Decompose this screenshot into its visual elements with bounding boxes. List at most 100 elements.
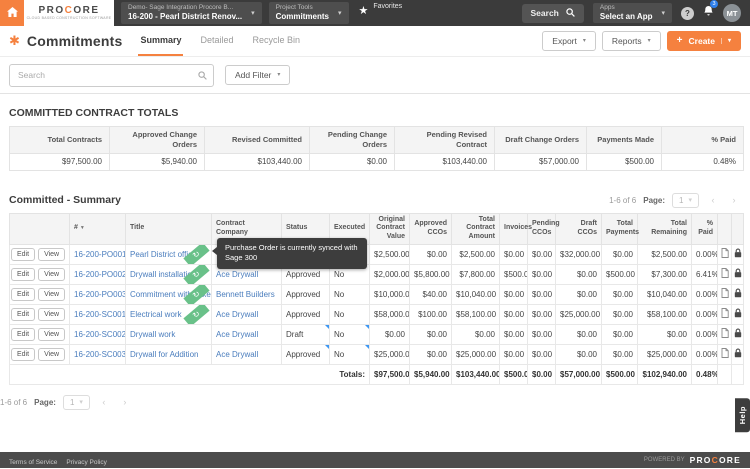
next-page-button[interactable]: › [727, 193, 741, 207]
totals-column-header: Approved Change Orders [110, 127, 205, 154]
document-icon[interactable] [721, 271, 729, 280]
sync-icon: ↻ [191, 269, 201, 279]
tab-summary[interactable]: Summary [138, 26, 183, 56]
contract-company-cell: Bennett Builders [212, 284, 282, 304]
export-button[interactable]: Export ▾ [542, 31, 596, 51]
changed-marker-icon [365, 345, 369, 349]
help-question-icon[interactable]: ? [681, 7, 694, 20]
amount-cell: $0.00 [410, 244, 452, 264]
totals-column-header: % Paid [662, 127, 744, 154]
document-icon-cell [718, 284, 732, 304]
sage-sync-badge[interactable]: ↻ [183, 244, 209, 264]
contract-company-link[interactable]: Ace Drywall [216, 310, 258, 319]
amount-cell: $10,040.00 [638, 284, 692, 304]
footer-link-terms-of-service[interactable]: Terms of Service [9, 459, 57, 466]
commitment-number-link[interactable]: 16-200-SC001 [74, 310, 126, 319]
page-select[interactable]: 1 ▾ [63, 395, 90, 410]
edit-button[interactable]: Edit [11, 348, 35, 361]
lock-icon [734, 251, 742, 260]
project-tools-dropdown[interactable]: Project Tools Commitments ▾ [269, 2, 349, 24]
totals-column-header: Payments Made [587, 127, 662, 154]
top-nav: PROCORE CLOUD BASED CONSTRUCTION SOFTWAR… [0, 0, 750, 26]
tab-bar: Summary Detailed Recycle Bin [138, 26, 302, 56]
sync-icon: ↻ [191, 289, 201, 299]
summary-column-header: Pending CCOs [528, 213, 556, 244]
document-icon[interactable] [721, 291, 729, 300]
amount-cell: $0.00 [500, 284, 528, 304]
document-icon[interactable] [721, 331, 729, 340]
totals-column-header: Draft Change Orders [495, 127, 587, 154]
company-project-dropdown[interactable]: Demo- Sage Integration Procore B... 16-2… [121, 2, 262, 24]
view-button[interactable]: View [38, 308, 65, 321]
chevron-down-icon: ▾ [661, 10, 665, 17]
search-input[interactable] [9, 64, 214, 87]
sage-sync-badge[interactable]: ↻ [183, 304, 209, 324]
prev-page-button[interactable]: ‹ [706, 193, 720, 207]
tab-detailed[interactable]: Detailed [198, 26, 235, 56]
amount-cell: $7,800.00 [452, 264, 500, 284]
avatar[interactable]: MT [723, 4, 741, 22]
global-search-button[interactable]: Search [522, 4, 584, 23]
view-button[interactable]: View [38, 248, 65, 261]
status-cell: Approved [282, 284, 330, 304]
edit-button[interactable]: Edit [11, 268, 35, 281]
amount-cell: $0.00 [528, 264, 556, 284]
summary-column-header: Total Remaining [638, 213, 692, 244]
commitment-title-link[interactable]: Electrical work [130, 310, 182, 319]
table-row: EditView16-200-PO003Commitment with Taxe… [10, 284, 744, 304]
footer-link-privacy-policy[interactable]: Privacy Policy [66, 459, 106, 466]
commitment-number-link[interactable]: 16-200-SC003 [74, 350, 126, 359]
edit-button[interactable]: Edit [11, 308, 35, 321]
commitment-title-link[interactable]: Drywall work [130, 330, 175, 339]
edit-button[interactable]: Edit [11, 248, 35, 261]
edit-button[interactable]: Edit [11, 288, 35, 301]
view-button[interactable]: View [38, 328, 65, 341]
contract-company-link[interactable]: Bennett Builders [216, 290, 275, 299]
document-icon[interactable] [721, 351, 729, 360]
totals-amount: $500.00 [500, 364, 528, 384]
commitment-number-link[interactable]: 16-200-SC002 [74, 330, 126, 339]
star-icon: ★ [359, 6, 369, 17]
summary-column-header[interactable]: #▼ [70, 213, 126, 244]
create-button[interactable]: + Create ▾ [667, 31, 741, 51]
prev-page-button[interactable]: ‹ [97, 395, 111, 409]
commitment-number-link[interactable]: 16-200-PO002 [74, 270, 126, 279]
totals-amount: $57,000.00 [556, 364, 602, 384]
summary-column-header: Original Contract Value [370, 213, 410, 244]
totals-amount: $500.00 [602, 364, 638, 384]
notifications-button[interactable]: 3 [703, 4, 714, 22]
amount-cell: $2,500.00 [638, 244, 692, 264]
home-button[interactable] [0, 0, 24, 26]
commitment-number-link[interactable]: 16-200-PO003 [74, 290, 126, 299]
add-filter-button[interactable]: Add Filter ▾ [225, 65, 290, 85]
procore-logo: PROCORE CLOUD BASED CONSTRUCTION SOFTWAR… [24, 0, 114, 26]
footer: Terms of ServicePrivacy Policy POWERED B… [0, 452, 750, 468]
reports-button[interactable]: Reports ▾ [602, 31, 661, 51]
help-tab[interactable]: Help [735, 398, 750, 432]
tooltip-text: Purchase Order is currently synced with … [225, 243, 358, 263]
totals-table: Total ContractsApproved Change OrdersRev… [9, 126, 744, 171]
apps-dropdown[interactable]: Apps Select an App ▾ [593, 3, 672, 23]
contract-company-link[interactable]: Ace Drywall [216, 330, 258, 339]
view-button[interactable]: View [38, 288, 65, 301]
commitment-title-link[interactable]: Drywall for Addition [130, 350, 198, 359]
document-icon-cell [718, 344, 732, 364]
commitment-number-link[interactable]: 16-200-PO001 [74, 250, 126, 259]
summary-column-header: Title [126, 213, 212, 244]
commitment-title-cell: Drywall work [126, 324, 212, 344]
sage-sync-badge[interactable]: ↻ [183, 264, 209, 284]
contract-company-link[interactable]: Ace Drywall [216, 350, 258, 359]
totals-amount: $97,500.00 [370, 364, 410, 384]
favorites-button[interactable]: ★ Favorites [359, 0, 403, 26]
edit-button[interactable]: Edit [11, 328, 35, 341]
contract-company-link[interactable]: Ace Drywall [216, 270, 258, 279]
view-button[interactable]: View [38, 348, 65, 361]
tab-recycle-bin[interactable]: Recycle Bin [251, 26, 303, 56]
document-icon[interactable] [721, 311, 729, 320]
amount-cell: $0.00 [556, 344, 602, 364]
page-select[interactable]: 1 ▾ [672, 193, 699, 208]
table-row: EditView 16-200-SC002 Drywall work Ace Dryw… [10, 324, 744, 344]
next-page-button[interactable]: › [118, 395, 132, 409]
view-button[interactable]: View [38, 268, 65, 281]
document-icon[interactable] [721, 251, 729, 260]
